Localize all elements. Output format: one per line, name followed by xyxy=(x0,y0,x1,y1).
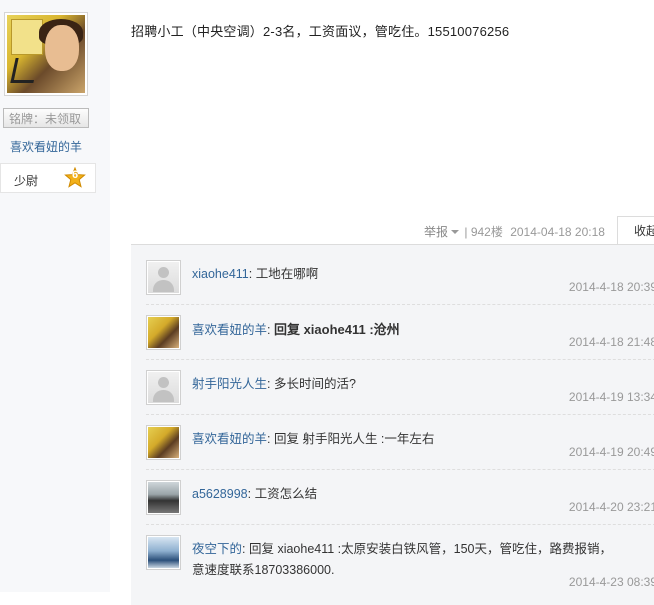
comment-author[interactable]: 喜欢看妞的羊 xyxy=(192,323,267,337)
divider xyxy=(146,414,654,416)
comment-text: 多长时间的活? xyxy=(273,377,356,391)
comment-text: 工资怎么结 xyxy=(254,487,318,501)
comment-author[interactable]: a5628998 xyxy=(192,487,248,501)
divider xyxy=(146,304,654,306)
comment-time: 2014-4-18 21:48 xyxy=(568,335,654,349)
collapse-comments-button[interactable]: 收起 xyxy=(617,216,654,244)
post-meta: 举报 | 942楼 2014-04-18 20:18 xyxy=(424,223,605,240)
comment-author[interactable]: 夜空下的 xyxy=(192,542,242,556)
comment-time: 2014-4-19 20:49 xyxy=(568,445,654,459)
comment-text: 回复 xiaohe411 :沧州 xyxy=(273,322,400,337)
medal-button[interactable]: 铭牌：未领取 xyxy=(3,108,89,128)
comment-text: 工地在哪啊 xyxy=(255,267,319,281)
default-avatar-icon[interactable] xyxy=(146,260,181,295)
user-photo-icon[interactable] xyxy=(146,425,181,460)
comment-text: 回复 射手阳光人生 :一年左右 xyxy=(273,432,435,446)
comment-time: 2014-4-20 23:21 xyxy=(568,500,654,514)
report-link[interactable]: 举报 xyxy=(424,225,461,239)
divider xyxy=(146,359,654,361)
collapse-label: 收起 xyxy=(634,224,654,238)
comment-list: xiaohe411: 工地在哪啊 2014-4-18 20:39 喜欢看妞的羊:… xyxy=(131,244,654,605)
rank-level: 6 xyxy=(71,169,79,181)
user-photo-icon[interactable] xyxy=(146,535,181,570)
report-label: 举报 xyxy=(424,225,449,239)
post-timestamp: 2014-04-18 20:18 xyxy=(510,225,605,239)
divider xyxy=(146,469,654,471)
comment-text-continued: 意速度联系18703386000. xyxy=(192,563,335,577)
comment-time: 2014-4-18 20:39 xyxy=(568,280,654,294)
rank-badge: 少尉 6 xyxy=(0,163,96,193)
caret-down-icon xyxy=(451,229,460,234)
floor-number: 942楼 xyxy=(470,225,503,239)
user-photo-icon[interactable] xyxy=(146,480,181,515)
post-content: 招聘小工（中央空调）2-3名，工资面议，管吃住。15510076256 xyxy=(131,24,510,39)
comment-text: 回复 xiaohe411 :太原安装白铁风管，150天，管吃住，路费报销， xyxy=(248,542,613,556)
avatar-photo xyxy=(7,15,85,93)
default-avatar-icon[interactable] xyxy=(146,370,181,405)
author-username[interactable]: 喜欢看妞的羊 xyxy=(10,138,82,155)
author-avatar[interactable] xyxy=(4,12,88,96)
comment-time: 2014-4-19 13:34 xyxy=(568,390,654,404)
author-sidebar: 铭牌：未领取 喜欢看妞的羊 少尉 6 xyxy=(0,0,110,592)
comment-time: 2014-4-23 08:39 xyxy=(568,575,654,589)
user-photo-icon[interactable] xyxy=(146,315,181,350)
comment-author[interactable]: 喜欢看妞的羊 xyxy=(192,432,267,446)
rank-label: 少尉 xyxy=(14,174,39,188)
comment-author[interactable]: xiaohe411 xyxy=(192,267,249,281)
divider xyxy=(146,524,654,526)
comment-author[interactable]: 射手阳光人生 xyxy=(192,377,267,391)
meta-divider: | xyxy=(464,225,468,239)
